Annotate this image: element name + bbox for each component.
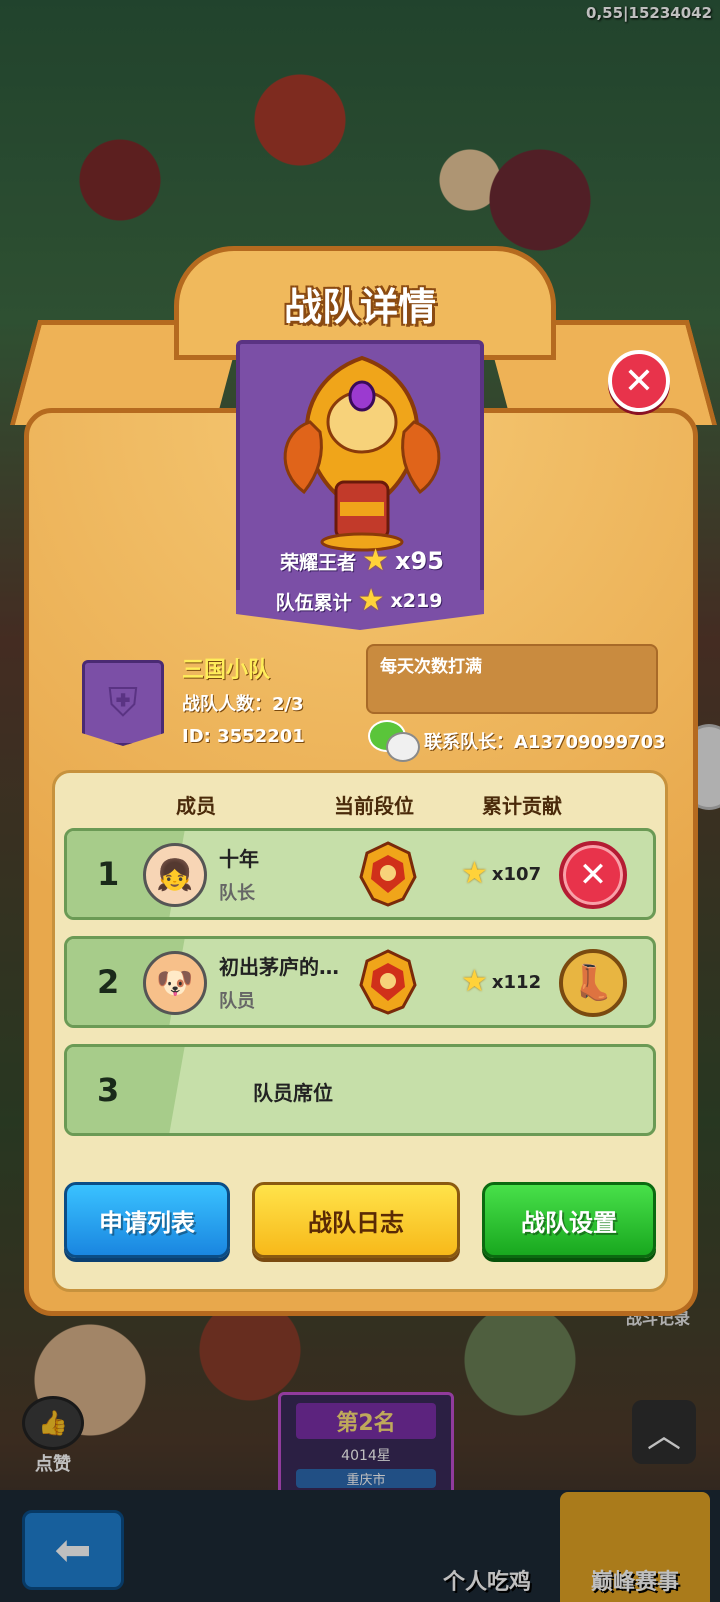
boot-member-button[interactable]: 👢 — [559, 949, 627, 1017]
rank-badge-icon — [359, 841, 417, 907]
member-name: 十年 — [219, 847, 259, 871]
team-shield-icon: ⛨ — [82, 660, 164, 746]
team-total-count: x219 — [390, 590, 443, 612]
rank-badge-icon — [359, 949, 417, 1015]
contribution: ★ x112 — [461, 967, 541, 997]
star-icon: ★ — [461, 856, 488, 891]
member-role: 队长 — [219, 883, 255, 904]
close-icon: ✕ — [623, 360, 655, 402]
honor-row: 荣耀王者 ★ x95 — [222, 546, 502, 576]
wechat-icon[interactable] — [368, 720, 420, 762]
member-row: 1 👧 十年 队长 ★ x107 ✕ — [64, 828, 656, 920]
close-modal-button[interactable]: ✕ — [608, 350, 670, 412]
row-number: 3 — [97, 1071, 120, 1109]
empty-seat-label: 队员席位 — [253, 1081, 333, 1105]
team-total-label: 队伍累计 — [275, 591, 352, 614]
honor-label: 荣耀王者 — [280, 551, 357, 574]
team-total-row: 队伍累计 ★ x219 — [214, 586, 504, 616]
shield-icon: ⛨ — [108, 680, 138, 726]
star-icon: ★ — [362, 543, 390, 578]
captain-contact: 联系队长：A13709099703 — [424, 732, 666, 753]
kick-member-button[interactable]: ✕ — [559, 841, 627, 909]
team-member-count: 战队人数：2/3 — [182, 694, 304, 715]
avatar[interactable]: 👧 — [143, 843, 207, 907]
header-contribution: 累计贡献 — [482, 794, 562, 818]
contribution: ★ x107 — [461, 859, 541, 889]
close-icon: ✕ — [578, 855, 608, 895]
team-id: ID: 3552201 — [182, 726, 305, 747]
team-settings-button[interactable]: 战队设置 — [482, 1182, 656, 1258]
avatar[interactable]: 🐶 — [143, 951, 207, 1015]
star-icon: ★ — [461, 964, 488, 999]
member-name: 初出茅庐的… — [219, 955, 339, 979]
header-member: 成员 — [176, 794, 216, 818]
header-rank: 当前段位 — [334, 794, 414, 818]
apply-list-button[interactable]: 申请列表 — [64, 1182, 230, 1258]
member-role: 队员 — [219, 991, 255, 1012]
dragon-trophy-icon — [283, 355, 441, 552]
boot-icon: 👢 — [571, 963, 615, 1003]
team-notice: 每天次数打满 — [366, 644, 658, 714]
empty-seat-row: 3 队员席位 — [64, 1044, 656, 1136]
contribution-count: x112 — [491, 971, 542, 993]
modal-title: 战队详情 — [283, 285, 436, 329]
member-row: 2 🐶 初出茅庐的… 队员 ★ x112 👢 — [64, 936, 656, 1028]
honor-count: x95 — [395, 547, 444, 575]
team-log-button[interactable]: 战队日志 — [252, 1182, 460, 1258]
contribution-count: x107 — [491, 863, 542, 885]
row-number: 1 — [97, 855, 120, 893]
team-name: 三国小队 — [182, 658, 271, 683]
star-icon: ★ — [357, 583, 385, 618]
row-number: 2 — [97, 963, 120, 1001]
